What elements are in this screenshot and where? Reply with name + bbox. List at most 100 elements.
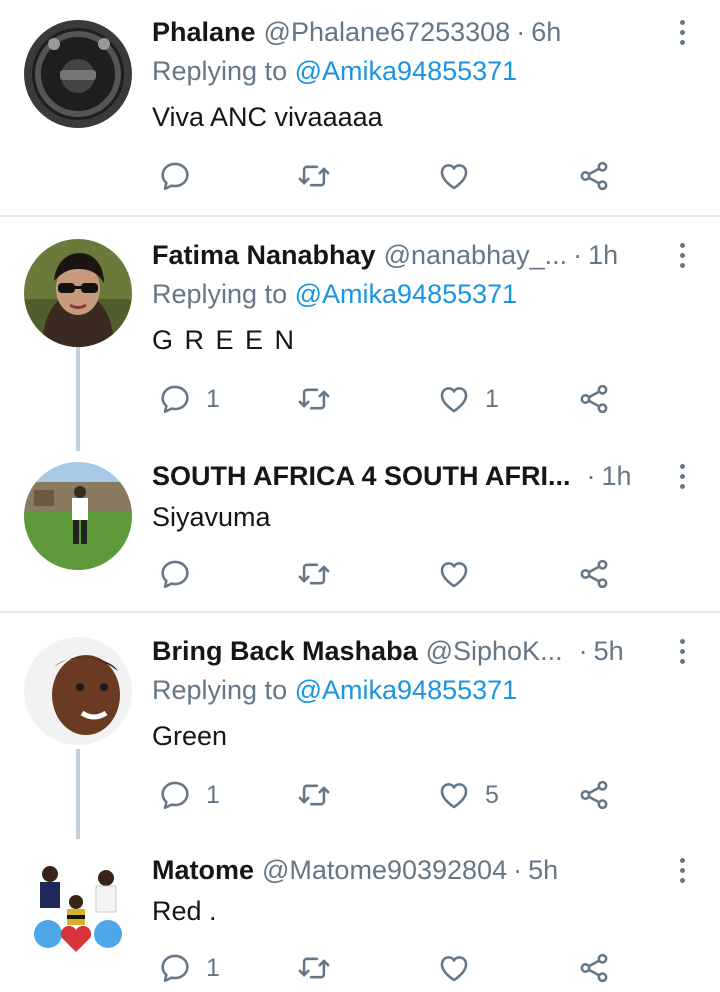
timestamp[interactable]: 5h bbox=[528, 855, 558, 886]
avatar[interactable] bbox=[24, 239, 132, 347]
reply-icon bbox=[158, 951, 192, 985]
mention-link[interactable]: @Amika94855371 bbox=[295, 56, 518, 86]
action-bar: 1 5 bbox=[152, 775, 622, 815]
reply-count: 1 bbox=[206, 953, 220, 982]
like-icon bbox=[437, 159, 471, 193]
separator-dot: · bbox=[578, 635, 588, 666]
reply-button[interactable]: 1 bbox=[158, 948, 220, 988]
like-icon bbox=[437, 778, 471, 812]
timestamp[interactable]: 1h bbox=[602, 461, 632, 492]
author-name[interactable]: SOUTH AFRICA 4 SOUTH AFRI... bbox=[152, 461, 571, 492]
tweet-4[interactable]: Bring Back Mashaba @SiphoK... · 5h Reply… bbox=[0, 613, 720, 839]
more-icon[interactable] bbox=[672, 235, 692, 275]
replying-to: Replying to @Amika94855371 bbox=[152, 675, 517, 706]
tweet-2[interactable]: Fatima Nanabhay @nanabhay_... · 1h Reply… bbox=[0, 217, 720, 451]
retweet-button[interactable] bbox=[297, 379, 331, 419]
like-button[interactable] bbox=[437, 554, 485, 594]
thread-line bbox=[76, 749, 80, 839]
share-icon bbox=[577, 557, 611, 591]
avatar[interactable] bbox=[24, 462, 132, 570]
tweet-text: Viva ANC vivaaaaa bbox=[152, 102, 383, 132]
retweet-button[interactable] bbox=[297, 948, 331, 988]
replying-label: Replying to bbox=[152, 675, 288, 705]
avatar[interactable] bbox=[24, 860, 132, 968]
like-button[interactable] bbox=[437, 948, 485, 988]
tweet-header: Bring Back Mashaba @SiphoK... · 5h bbox=[152, 631, 624, 671]
author-name[interactable]: Fatima Nanabhay bbox=[152, 240, 376, 271]
like-button[interactable] bbox=[437, 156, 485, 196]
separator-dot: · bbox=[573, 239, 583, 270]
share-icon bbox=[577, 159, 611, 193]
more-icon[interactable] bbox=[672, 631, 692, 671]
retweet-button[interactable] bbox=[297, 554, 331, 594]
like-icon bbox=[437, 557, 471, 591]
more-icon[interactable] bbox=[672, 12, 692, 52]
timestamp[interactable]: 6h bbox=[531, 17, 561, 48]
timestamp[interactable]: 5h bbox=[594, 636, 624, 667]
tweet-3[interactable]: SOUTH AFRICA 4 SOUTH AFRI... · 1h Siyavu… bbox=[0, 442, 720, 612]
replying-label: Replying to bbox=[152, 56, 288, 86]
avatar[interactable] bbox=[24, 637, 132, 745]
reply-button[interactable] bbox=[158, 156, 206, 196]
share-icon bbox=[577, 951, 611, 985]
reply-icon bbox=[158, 382, 192, 416]
reply-button[interactable] bbox=[158, 554, 206, 594]
mention-link[interactable]: @Amika94855371 bbox=[295, 279, 518, 309]
reply-count: 1 bbox=[206, 384, 220, 413]
separator-dot: · bbox=[513, 854, 523, 885]
tweet-header: Matome @Matome90392804 · 5h bbox=[152, 850, 558, 890]
action-bar bbox=[152, 156, 622, 196]
author-name[interactable]: Matome bbox=[152, 855, 254, 886]
tweet-header: SOUTH AFRICA 4 SOUTH AFRI... · 1h bbox=[152, 456, 632, 496]
author-handle[interactable]: @Matome90392804 bbox=[262, 855, 507, 886]
reply-button[interactable]: 1 bbox=[158, 775, 220, 815]
tweet-1[interactable]: Phalane @Phalane67253308 · 6h Replying t… bbox=[0, 0, 720, 216]
retweet-icon bbox=[297, 557, 331, 591]
action-bar: 1 1 bbox=[152, 379, 622, 419]
mention-link[interactable]: @Amika94855371 bbox=[295, 675, 518, 705]
author-name[interactable]: Bring Back Mashaba bbox=[152, 636, 418, 667]
action-bar bbox=[152, 554, 622, 594]
retweet-icon bbox=[297, 159, 331, 193]
reply-icon bbox=[158, 557, 192, 591]
more-icon[interactable] bbox=[672, 850, 692, 890]
reply-button[interactable]: 1 bbox=[158, 379, 220, 419]
like-count: 5 bbox=[485, 780, 499, 809]
author-handle[interactable]: @SiphoK... bbox=[426, 636, 563, 667]
share-icon bbox=[577, 382, 611, 416]
tweet-text: G R E E N bbox=[152, 325, 297, 355]
replying-label: Replying to bbox=[152, 279, 288, 309]
retweet-icon bbox=[297, 778, 331, 812]
share-button[interactable] bbox=[577, 379, 611, 419]
share-button[interactable] bbox=[577, 775, 611, 815]
timestamp[interactable]: 1h bbox=[588, 240, 618, 271]
reply-icon bbox=[158, 778, 192, 812]
author-name[interactable]: Phalane bbox=[152, 17, 256, 48]
retweet-button[interactable] bbox=[297, 156, 331, 196]
like-icon bbox=[437, 382, 471, 416]
like-count: 1 bbox=[485, 384, 499, 413]
share-button[interactable] bbox=[577, 156, 611, 196]
separator-dot: · bbox=[586, 460, 596, 491]
more-icon[interactable] bbox=[672, 456, 692, 496]
reply-count: 1 bbox=[206, 780, 220, 809]
tweet-5[interactable]: Matome @Matome90392804 · 5h Red . 1 bbox=[0, 836, 720, 992]
action-bar: 1 bbox=[152, 948, 622, 988]
author-handle[interactable]: @nanabhay_... bbox=[384, 240, 568, 271]
retweet-icon bbox=[297, 382, 331, 416]
retweet-button[interactable] bbox=[297, 775, 331, 815]
avatar[interactable] bbox=[24, 20, 132, 128]
replying-to: Replying to @Amika94855371 bbox=[152, 279, 517, 310]
tweet-header: Fatima Nanabhay @nanabhay_... · 1h bbox=[152, 235, 618, 275]
share-icon bbox=[577, 778, 611, 812]
author-handle[interactable]: @Phalane67253308 bbox=[264, 17, 511, 48]
tweet-text: Green bbox=[152, 721, 228, 751]
tweet-text: Red . bbox=[152, 896, 217, 926]
reply-icon bbox=[158, 159, 192, 193]
share-button[interactable] bbox=[577, 554, 611, 594]
like-button[interactable]: 1 bbox=[437, 379, 499, 419]
replying-to: Replying to @Amika94855371 bbox=[152, 56, 517, 87]
like-button[interactable]: 5 bbox=[437, 775, 499, 815]
share-button[interactable] bbox=[577, 948, 611, 988]
tweet-header: Phalane @Phalane67253308 · 6h bbox=[152, 12, 561, 52]
